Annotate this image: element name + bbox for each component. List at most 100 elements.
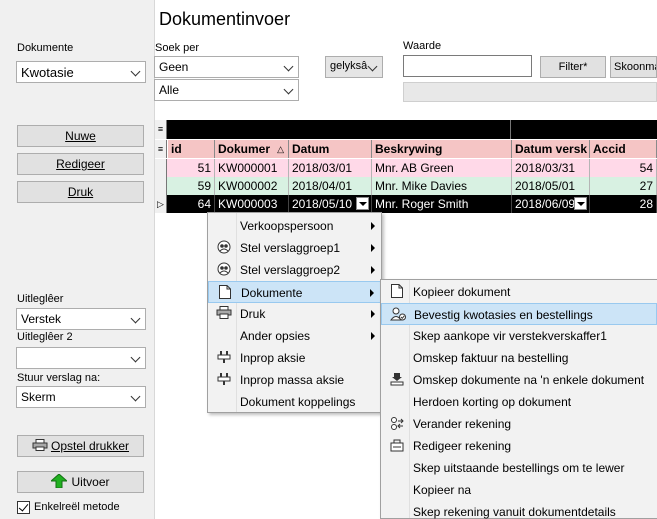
submenu-item-bevestig-kwotasies[interactable]: Bevestig kwotasies en bestellings	[381, 303, 657, 325]
cell-datum[interactable]: 2018/05/10	[289, 195, 372, 213]
submenu-arrow-icon	[371, 266, 375, 274]
menu-item-druk[interactable]: Druk	[208, 303, 381, 325]
uitlegleer2-select[interactable]	[16, 347, 146, 369]
druk-label: Druk	[67, 185, 94, 199]
opstel-drukker-button[interactable]: Opstel drukker	[17, 435, 144, 457]
edit-account-icon	[389, 438, 405, 454]
submenu-item-redigeer-rekening[interactable]: Redigeer rekening	[381, 435, 657, 457]
cell-datum-versk[interactable]: 2018/06/09	[512, 195, 590, 213]
arrow-up-icon	[50, 473, 69, 489]
col-header-beskrywing[interactable]: Beskrywing	[372, 140, 512, 158]
stuur-value: Skerm	[21, 390, 56, 404]
col-header-datum-versk[interactable]: Datum versk	[512, 140, 590, 158]
operator-select[interactable]: gelyksâ	[325, 56, 383, 78]
document-icon	[217, 285, 233, 301]
uitvoer-button[interactable]: Uitvoer	[17, 471, 144, 493]
nuwe-button[interactable]: Nuwe	[17, 125, 144, 147]
submenu-item-verander-rekening[interactable]: Verander rekening	[381, 413, 657, 435]
skoonmaak-label: Skoonma	[614, 61, 657, 73]
submenu-item-kopieer-na[interactable]: Kopieer na	[381, 479, 657, 501]
cell-dokument: KW000001	[215, 159, 289, 177]
menu-item-dokumente[interactable]: Dokumente	[208, 281, 381, 303]
cell-beskrywing: Mnr. AB Green	[372, 159, 512, 177]
uitlegleer-select[interactable]: Verstek	[16, 308, 146, 330]
druk-button[interactable]: Druk	[17, 181, 144, 203]
submenu-item-label: Verander rekening	[413, 417, 512, 431]
cell-accid: 27	[590, 177, 657, 195]
menu-item-label: Dokument koppelings	[240, 395, 356, 409]
col-header-accid[interactable]: Accid	[590, 140, 657, 158]
cell-datum: 2018/03/01	[289, 159, 372, 177]
menu-item-label: Inprop massa aksie	[240, 373, 345, 387]
submenu-item-skep-aankope[interactable]: Skep aankope vir verstekverskaffer1	[381, 325, 657, 347]
current-row-icon: ▷	[155, 195, 167, 213]
menu-item-inprop-massa-aksie[interactable]: Inprop massa aksie	[208, 369, 381, 391]
submenu-item-skep-rekening[interactable]: Skep rekening vanuit dokumentdetails	[381, 501, 657, 519]
documents-grid[interactable]: ≡ ≡ id Dokumer △ Datum Beskrywing Datum …	[155, 120, 657, 220]
opstel-drukker-label: Opstel drukker	[50, 439, 130, 453]
operator-value: gelyksâ	[330, 60, 368, 72]
soek2-select[interactable]: Alle	[154, 79, 299, 101]
submenu-item-label: Kopieer dokument	[413, 285, 511, 299]
submenu-arrow-icon	[371, 222, 375, 230]
menu-item-stel-verslaggroep1[interactable]: Stel verslaggroep1	[208, 237, 381, 259]
menu-item-label: Druk	[240, 307, 266, 321]
submenu-item-label: Bevestig kwotasies en bestellings	[414, 308, 593, 322]
table-row-selected[interactable]: ▷ 64 KW000003 2018/05/10 Mnr. Roger Smit…	[155, 195, 657, 213]
submenu-arrow-icon	[371, 244, 375, 252]
filter-label: Filter*	[558, 61, 588, 73]
group-icon	[216, 262, 232, 278]
cell-id: 59	[168, 177, 215, 195]
submenu-item-label: Omskep faktuur na bestelling	[413, 351, 569, 365]
chevron-down-icon	[131, 353, 141, 363]
cell-datum-versk: 2018/03/31	[512, 159, 590, 177]
stuur-select[interactable]: Skerm	[16, 386, 146, 408]
submenu-item-kopieer-dokument[interactable]: Kopieer dokument	[381, 281, 657, 303]
soek-label: Soek per	[155, 42, 200, 54]
submenu-item-omskep-dokumente[interactable]: Omskep dokumente na 'n enkele dokument	[381, 369, 657, 391]
soek-value: Geen	[159, 60, 189, 74]
chevron-down-icon	[284, 62, 294, 72]
cell-beskrywing: Mnr. Roger Smith	[372, 195, 512, 213]
menu-item-stel-verslaggroep2[interactable]: Stel verslaggroep2	[208, 259, 381, 281]
enkel-checkbox[interactable]	[17, 501, 30, 514]
redigeer-button[interactable]: Redigeer	[17, 153, 144, 175]
submenu-arrow-icon	[371, 310, 375, 318]
waarde-label: Waarde	[403, 40, 442, 52]
filter-button[interactable]: Filter*	[540, 56, 606, 78]
date-dropdown-icon[interactable]	[574, 197, 587, 210]
soek-select[interactable]: Geen	[154, 56, 299, 78]
menu-item-inprop-aksie[interactable]: Inprop aksie	[208, 347, 381, 369]
chevron-down-icon	[284, 85, 294, 95]
col-header-datum[interactable]: Datum	[289, 140, 372, 158]
table-row[interactable]: 51 KW000001 2018/03/01 Mnr. AB Green 201…	[155, 159, 657, 177]
stuur-label: Stuur verslag na:	[17, 372, 101, 384]
waarde-input[interactable]	[403, 55, 532, 77]
change-account-icon	[389, 416, 405, 432]
row-indicator	[155, 159, 167, 177]
user-confirm-icon	[390, 307, 406, 323]
grid-menu-icon[interactable]: ≡	[155, 120, 167, 139]
submenu-item-herdoen-korting[interactable]: Herdoen korting op dokument	[381, 391, 657, 413]
menu-item-verkoopspersoon[interactable]: Verkoopspersoon	[208, 215, 381, 237]
grid-menu-icon[interactable]: ≡	[155, 140, 167, 158]
submenu-item-skep-uitstaande[interactable]: Skep uitstaande bestellings om te lewer	[381, 457, 657, 479]
plug-icon	[216, 350, 232, 366]
skoonmaak-button[interactable]: Skoonma	[610, 56, 657, 78]
submenu-item-omskep-faktuur[interactable]: Omskep faktuur na bestelling	[381, 347, 657, 369]
uitlegleer-label: Uitleglêer	[17, 293, 64, 305]
col-header-id[interactable]: id	[168, 140, 215, 158]
submenu-arrow-icon	[371, 332, 375, 340]
table-row[interactable]: 59 KW000002 2018/04/01 Mnr. Mike Davies …	[155, 177, 657, 195]
col-header-dokument[interactable]: Dokumer △	[215, 140, 289, 158]
plug-icon	[216, 372, 232, 388]
printer-icon	[32, 437, 48, 451]
menu-item-label: Inprop aksie	[240, 351, 306, 365]
document-icon	[389, 284, 405, 300]
menu-item-dokument-koppelings[interactable]: Dokument koppelings	[208, 391, 381, 413]
merge-icon	[389, 372, 405, 388]
menu-item-ander-opsies[interactable]: Ander opsies	[208, 325, 381, 347]
cell-datum-value: 2018/05/10	[292, 197, 353, 211]
dokumente-select[interactable]: Kwotasie	[16, 61, 146, 83]
date-dropdown-icon[interactable]	[356, 197, 369, 210]
